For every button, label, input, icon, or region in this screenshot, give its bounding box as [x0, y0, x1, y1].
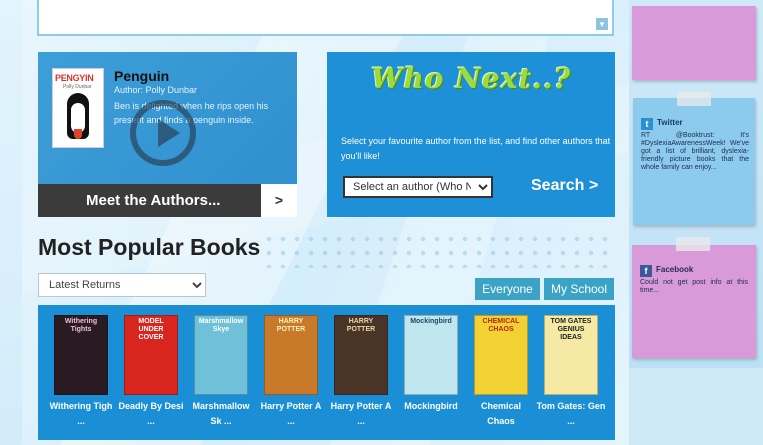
book-item[interactable]: TOM GATES GENIUS IDEAS Tom Gates: Gen ...: [537, 315, 605, 429]
featured-book-title: Penguin: [114, 68, 170, 84]
book-title[interactable]: Harry Potter A ...: [256, 399, 326, 429]
book-cover-text: CHEMICAL CHAOS: [482, 318, 520, 333]
book-title[interactable]: Marshmallow Sk ...: [186, 399, 256, 429]
book-cover[interactable]: Mockingbird: [404, 315, 458, 395]
twitter-post[interactable]: RT @Booktrust: It's #DyslexiaAwarenessWe…: [641, 132, 749, 172]
facebook-widget: f Facebook Could not get post info at th…: [632, 237, 756, 358]
book-title[interactable]: Mockingbird: [396, 399, 466, 414]
book-cover[interactable]: TOM GATES GENIUS IDEAS: [544, 315, 598, 395]
book-title[interactable]: Deadly By Desi ...: [116, 399, 186, 429]
author-select[interactable]: Select an author (Who Next): [343, 176, 493, 198]
tab-my-school[interactable]: My School: [544, 278, 614, 300]
left-gutter: [0, 0, 22, 445]
book-cover[interactable]: HARRY POTTER: [334, 315, 388, 395]
facebook-heading[interactable]: Facebook: [656, 265, 693, 274]
play-video-icon[interactable]: [130, 100, 196, 166]
sidebar-bottom: [629, 368, 763, 445]
cover-title: PENGYIN: [55, 73, 94, 83]
book-item[interactable]: CHEMICAL CHAOS Chemical Chaos: [474, 315, 528, 429]
book-title[interactable]: Chemical Chaos: [466, 399, 536, 429]
top-widget: ▾: [37, 0, 614, 36]
book-item[interactable]: HARRY POTTER Harry Potter A ...: [331, 315, 391, 429]
book-cover[interactable]: MODEL UNDER COVER: [124, 315, 178, 395]
who-next-instructions: Select your favourite author from the li…: [341, 136, 611, 161]
facebook-icon[interactable]: f: [640, 265, 652, 277]
twitter-heading[interactable]: Twitter: [657, 118, 683, 127]
book-item[interactable]: MODEL UNDER COVER Deadly By Desi ...: [118, 315, 184, 429]
book-cover-text: HARRY POTTER: [346, 318, 376, 333]
book-cover[interactable]: Withering Tights: [54, 315, 108, 395]
tab-everyone[interactable]: Everyone: [475, 278, 540, 300]
most-popular-heading: Most Popular Books: [38, 234, 261, 260]
book-cover-text: TOM GATES GENIUS IDEAS: [550, 318, 592, 341]
book-cover[interactable]: HARRY POTTER: [264, 315, 318, 395]
cover-author: Polly Dunbar: [63, 84, 92, 90]
decorative-dots: [262, 232, 612, 268]
scroll-down-button[interactable]: ▾: [596, 18, 608, 30]
who-next-logo: Who Next..?: [371, 62, 572, 95]
book-title[interactable]: Tom Gates: Gen ...: [536, 399, 606, 429]
meet-authors-panel: PENGYIN Polly Dunbar Penguin Author: Pol…: [38, 52, 297, 217]
top-sticky-note: [632, 6, 756, 80]
search-button[interactable]: Search >: [531, 177, 598, 195]
book-item[interactable]: Marshmallow Skye Marshmallow Sk ...: [192, 315, 250, 429]
twitter-widget: t Twitter RT @Booktrust: It's #DyslexiaA…: [633, 92, 755, 225]
book-item[interactable]: HARRY POTTER Harry Potter A ...: [261, 315, 321, 429]
book-cover-text: HARRY POTTER: [276, 318, 306, 333]
book-title[interactable]: Withering Tigh ...: [46, 399, 116, 429]
book-cover-text: Marshmallow Skye: [198, 318, 244, 333]
tape-decoration: [677, 92, 711, 106]
book-cover[interactable]: CHEMICAL CHAOS: [474, 315, 528, 395]
popular-books-list: Withering Tights Withering Tigh ... MODEL …: [38, 305, 615, 440]
meet-authors-bar[interactable]: Meet the Authors... >: [38, 184, 297, 217]
meet-authors-label[interactable]: Meet the Authors...: [86, 192, 220, 209]
book-item[interactable]: Withering Tights Withering Tigh ...: [50, 315, 112, 429]
book-cover[interactable]: Marshmallow Skye: [194, 315, 248, 395]
book-cover-text: Mockingbird: [410, 318, 452, 325]
popular-filter-select[interactable]: Latest Returns: [38, 273, 206, 297]
tape-decoration: [676, 237, 710, 251]
twitter-icon[interactable]: t: [641, 118, 653, 130]
book-cover-text: MODEL UNDER COVER: [138, 318, 164, 341]
book-cover-text: Withering Tights: [64, 318, 98, 333]
penguin-beak: [74, 129, 82, 139]
book-item[interactable]: Mockingbird Mockingbird: [404, 315, 458, 414]
book-title[interactable]: Harry Potter A ...: [326, 399, 396, 429]
facebook-post: Could not get post info at this time...: [640, 279, 748, 294]
featured-book-cover[interactable]: PENGYIN Polly Dunbar: [52, 68, 104, 148]
featured-book-author: Author: Polly Dunbar: [114, 85, 198, 95]
meet-authors-arrow-button[interactable]: >: [261, 184, 297, 217]
who-next-panel: Who Next..? Select your favourite author…: [327, 52, 615, 217]
